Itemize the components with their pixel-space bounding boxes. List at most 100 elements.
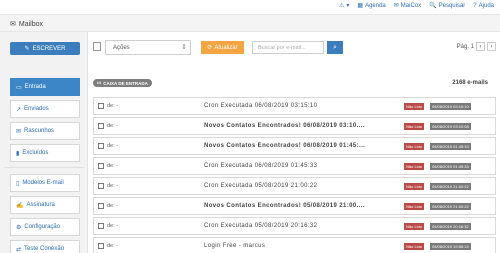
message-checkbox[interactable] <box>98 183 104 189</box>
sidebar-item-inbox[interactable]: ▭ Entrada <box>10 78 80 96</box>
message-subject[interactable]: Novos Contatos Encontrados! 06/08/2019 0… <box>204 123 365 129</box>
exchange-icon: ⇄ <box>16 246 22 253</box>
message-checkbox[interactable] <box>98 203 104 209</box>
message-checkbox[interactable] <box>98 163 104 169</box>
message-sender: de: - <box>107 163 119 169</box>
date-badge: 06/08/2019 03:15:10 <box>430 103 471 110</box>
message-subject[interactable]: Cron Executada 06/08/2019 01:45:33 <box>204 163 317 169</box>
message-sender: de: - <box>107 203 119 209</box>
message-list: de: - Cron Executada 06/08/2019 03:15:10 N… <box>93 97 496 253</box>
folder-badge: ▭ CAIXA DE ENTRADA <box>93 79 152 87</box>
tools-menu: ▯ Modelos E-mail ✍ Assinatura ⚙ Configur… <box>10 174 80 253</box>
message-sender: de: - <box>107 143 119 149</box>
top-navigation: ⚠ ▾ ▦ Agenda ✉ MaiCox 🔍 Pesquisar ? Ajud… <box>0 0 500 12</box>
message-sender: de: - <box>107 243 119 249</box>
status-badge: Não Lido <box>404 243 425 250</box>
window-title: ✉ Mailbox <box>10 20 43 29</box>
folder-menu: ▭ Entrada ↗ Enviados ✉ Rascunhos ▮ Exclu… <box>10 78 80 166</box>
date-badge: 05/08/2019 21:00:22 <box>430 203 471 210</box>
compose-button[interactable]: ✎ ESCREVER <box>10 42 80 55</box>
status-badge: Não Lido <box>404 223 425 230</box>
sidebar-item-connection-test[interactable]: ⇄ Teste Conexão <box>10 240 80 253</box>
message-subject[interactable]: Cron Executada 06/08/2019 03:15:10 <box>204 103 317 109</box>
agenda-link[interactable]: ▦ Agenda <box>357 2 385 10</box>
status-badge: Não Lido <box>404 163 425 170</box>
message-row[interactable]: de: - Cron Executada 05/08/2019 20:16:32 N… <box>93 217 496 235</box>
sidebar-item-signature[interactable]: ✍ Assinatura <box>10 196 80 214</box>
search-icon: 🔍 <box>429 3 437 9</box>
message-checkbox[interactable] <box>98 123 104 129</box>
help-icon: ? <box>473 2 477 9</box>
message-count: 2168 e-mails <box>452 80 488 86</box>
next-page-button[interactable]: › <box>487 42 496 51</box>
date-badge: 05/08/2019 21:00:22 <box>430 183 471 190</box>
date-badge: 06/08/2019 01:45:33 <box>430 143 471 150</box>
notifications-menu[interactable]: ⚠ ▾ <box>339 2 349 9</box>
search-button[interactable]: ⌕ <box>327 41 343 54</box>
actions-select[interactable]: Ações ⇕ <box>105 40 191 55</box>
warning-icon: ⚠ <box>338 3 345 9</box>
sidebar-item-settings[interactable]: ⚙ Configuração <box>10 218 80 236</box>
message-row[interactable]: de: - Novos Contatos Encontrados! 06/08/2… <box>93 137 496 155</box>
message-subject[interactable]: Cron Executada 05/08/2019 20:16:32 <box>204 223 317 229</box>
message-row[interactable]: de: - Login Free - marcus Não Lido 05/08/20… <box>93 237 496 253</box>
message-row[interactable]: de: - Cron Executada 06/08/2019 01:45:33 N… <box>93 157 496 175</box>
inbox-icon: ▭ <box>97 80 102 85</box>
chevron-down-icon: ⇕ <box>181 44 187 51</box>
mailbox-link[interactable]: ✉ MaiCox <box>393 2 421 10</box>
search-icon: ⌕ <box>333 43 337 51</box>
status-badge: Não Lido <box>404 203 425 210</box>
help-link[interactable]: ? Ajuda <box>473 2 494 9</box>
message-sender: de: - <box>107 123 119 129</box>
envelope-icon: ✉ <box>16 128 22 135</box>
message-sender: de: - <box>107 223 119 229</box>
message-subject[interactable]: Novos Contatos Encontrados! 06/08/2019 0… <box>204 143 365 149</box>
pagination: Pág. 1 ‹ › <box>457 42 496 51</box>
prev-page-button[interactable]: ‹ <box>476 42 485 51</box>
message-sender: de: - <box>107 103 119 109</box>
message-checkbox[interactable] <box>98 243 104 249</box>
refresh-icon: ⟳ <box>207 45 213 51</box>
message-row[interactable]: de: - Cron Executada 05/08/2019 21:00:22 N… <box>93 177 496 195</box>
status-badge: Não Lido <box>404 183 425 190</box>
calendar-icon: ▦ <box>357 3 364 9</box>
message-subject[interactable]: Novos Contatos Encontrados! 05/08/2019 2… <box>204 203 365 209</box>
message-row[interactable]: de: - Novos Contatos Encontrados! 05/08/2… <box>93 197 496 215</box>
message-checkbox[interactable] <box>98 103 104 109</box>
page-label: Pág. 1 <box>456 43 474 50</box>
message-subject[interactable]: Cron Executada 05/08/2019 21:00:22 <box>204 183 317 189</box>
sidebar-item-deleted[interactable]: ▮ Excluídos <box>10 144 80 162</box>
select-all-checkbox[interactable] <box>93 42 101 51</box>
edit-icon: ✎ <box>24 46 30 52</box>
inbox-icon: ▭ <box>16 84 22 91</box>
message-row[interactable]: de: - Cron Executada 06/08/2019 03:15:10 N… <box>93 97 496 115</box>
message-sender: de: - <box>107 183 119 189</box>
pencil-square-icon: ✍ <box>16 202 24 209</box>
date-badge: 06/08/2019 01:45:33 <box>430 163 471 170</box>
sidebar: ✎ ESCREVER ▭ Entrada ↗ Enviados ✉ Rascun… <box>0 32 88 253</box>
status-badge: Não Lido <box>404 103 425 110</box>
search-input[interactable]: Buscar por e-mail... <box>252 41 324 54</box>
date-badge: 05/08/2019 19:55:19 <box>430 243 471 250</box>
gear-icon: ⚙ <box>16 224 22 231</box>
search-link[interactable]: 🔍 Pesquisar <box>429 2 465 10</box>
sidebar-item-drafts[interactable]: ✉ Rascunhos <box>10 122 80 140</box>
message-checkbox[interactable] <box>98 223 104 229</box>
envelope-icon: ✉ <box>10 21 16 28</box>
message-row[interactable]: de: - Novos Contatos Encontrados! 06/08/2… <box>93 117 496 135</box>
mail-main: Ações ⇕ ⟳ Atualizar Buscar por e-mail...… <box>88 32 500 253</box>
sidebar-divider <box>4 167 84 168</box>
sidebar-item-sent[interactable]: ↗ Enviados <box>10 100 80 118</box>
status-badge: Não Lido <box>404 123 425 130</box>
date-badge: 05/08/2019 20:16:32 <box>430 223 471 230</box>
date-badge: 06/08/2019 03:10:08 <box>430 123 471 130</box>
sidebar-item-templates[interactable]: ▯ Modelos E-mail <box>10 174 80 192</box>
refresh-button[interactable]: ⟳ Atualizar <box>201 41 244 54</box>
top-links: ⚠ ▾ ▦ Agenda ✉ MaiCox 🔍 Pesquisar ? Ajud… <box>339 2 494 10</box>
message-checkbox[interactable] <box>98 143 104 149</box>
message-subject[interactable]: Login Free - marcus <box>204 243 265 249</box>
envelope-icon: ✉ <box>393 3 399 9</box>
share-icon: ↗ <box>16 106 22 113</box>
file-icon: ▯ <box>16 180 20 187</box>
trash-icon: ▮ <box>16 150 20 157</box>
